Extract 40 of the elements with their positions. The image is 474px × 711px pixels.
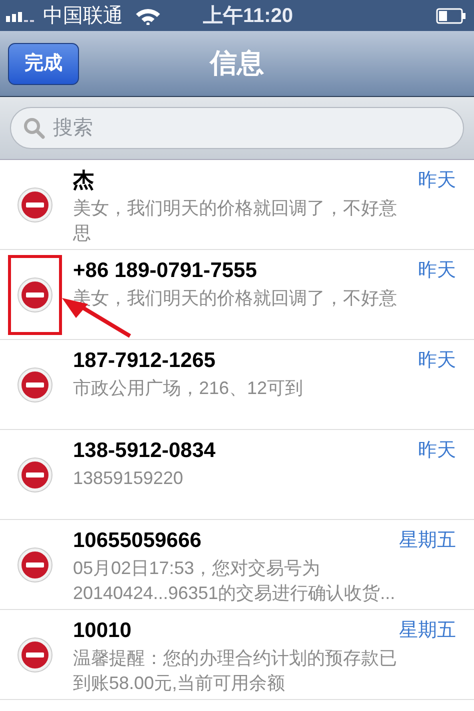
sender-name: +86 189-0791-7555 — [73, 258, 257, 284]
conversation-row[interactable]: 杰 昨天 美女，我们明天的价格就回调了，不好意 思 — [0, 160, 474, 250]
message-preview: 05月02日17:53，您对交易号为 — [73, 557, 322, 580]
message-preview: 到账58.00元,当前可用余额 — [73, 672, 286, 695]
battery-icon — [436, 8, 466, 24]
carrier-name: 中国联通 — [43, 4, 123, 28]
delete-icon[interactable] — [17, 366, 53, 402]
conversation-row[interactable]: 187-7912-1265 昨天 市政公用广场，216、12可到 — [0, 340, 474, 430]
message-preview: 思 — [73, 222, 92, 245]
delete-icon[interactable] — [17, 276, 53, 312]
message-date: 星期五 — [399, 619, 456, 643]
message-preview: 温馨提醒：您的办理合约计划的预存款已 — [73, 647, 398, 670]
search-icon — [23, 117, 45, 139]
done-button[interactable]: 完成 — [8, 43, 79, 85]
delete-icon[interactable] — [17, 546, 53, 582]
search-input[interactable]: 搜索 — [53, 113, 451, 143]
sender-name: 杰 — [73, 168, 94, 194]
message-preview: 市政公用广场，216、12可到 — [73, 377, 304, 400]
conversation-row[interactable]: 138-5912-0834 昨天 13859159220 — [0, 430, 474, 520]
delete-icon[interactable] — [17, 636, 53, 672]
message-date: 昨天 — [418, 259, 456, 283]
delete-icon[interactable] — [17, 456, 53, 492]
conversation-row[interactable]: 10655059666 星期五 05月02日17:53，您对交易号为 20140424...96351的交易进行确认收货... — [0, 520, 474, 610]
message-date: 昨天 — [418, 349, 456, 373]
message-date: 昨天 — [418, 169, 456, 193]
message-preview: 美女，我们明天的价格就回调了，不好意 — [73, 197, 398, 220]
sender-name: 187-7912-1265 — [73, 348, 216, 374]
sender-name: 10655059666 — [73, 528, 202, 554]
delete-icon[interactable] — [17, 186, 53, 222]
message-date: 星期五 — [399, 529, 456, 553]
search-field[interactable]: 搜索 — [10, 107, 464, 149]
conversation-row[interactable]: 10010 星期五 温馨提醒：您的办理合约计划的预存款已 到账58.00元,当前可用余额 — [0, 610, 474, 700]
sender-name: 138-5912-0834 — [73, 438, 216, 464]
message-preview: 20140424...96351的交易进行确认收货... — [73, 582, 396, 605]
screen-title: 信息 — [210, 47, 264, 80]
message-preview: 13859159220 — [73, 467, 184, 490]
clock: 上午11:20 — [203, 4, 294, 28]
sender-name: 10010 — [73, 618, 132, 644]
wifi-icon — [135, 6, 161, 24]
message-date: 昨天 — [418, 439, 456, 463]
